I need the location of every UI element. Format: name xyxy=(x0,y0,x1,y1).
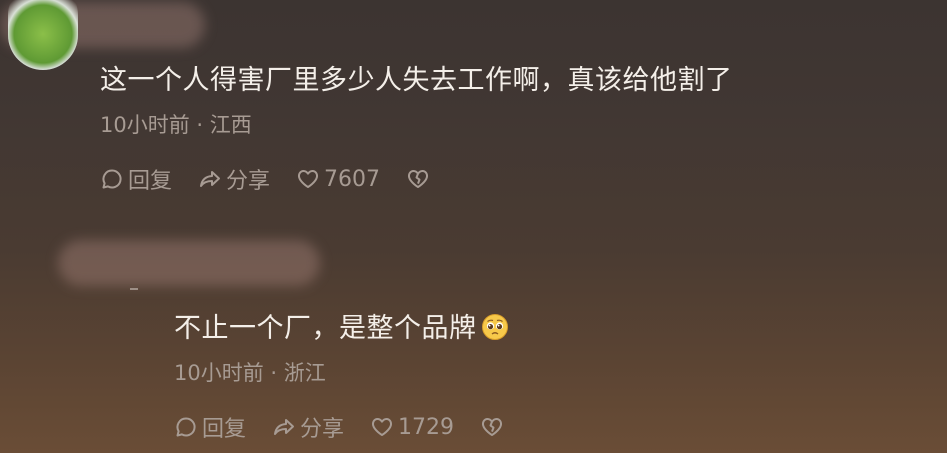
heart-icon xyxy=(372,418,393,436)
comment-bubble-icon xyxy=(176,417,196,437)
share-label: 分享 xyxy=(226,169,271,194)
heart-icon xyxy=(298,170,319,188)
reply-label: 回复 xyxy=(128,169,173,194)
broken-heart-icon xyxy=(408,170,429,188)
dislike-button[interactable] xyxy=(480,415,508,439)
like-count: 7607 xyxy=(324,166,381,192)
reply-thread-marker xyxy=(130,288,138,290)
blurred-username-reply xyxy=(58,240,320,286)
reply-button[interactable]: 回复 xyxy=(174,411,246,443)
share-arrow-icon xyxy=(274,419,295,435)
comment-text-content: 不止一个厂，是整个品牌 xyxy=(174,313,477,344)
like-count: 1729 xyxy=(398,414,455,440)
comment-actions: 回复 分享 7607 xyxy=(100,163,733,195)
comment-text[interactable]: 这一个人得害厂里多少人失去工作啊，真该给他割了 xyxy=(100,58,733,97)
comment-actions: 回复 分享 1729 xyxy=(174,411,534,443)
share-button[interactable]: 分享 xyxy=(272,411,344,443)
like-button[interactable]: 7607 xyxy=(296,167,380,192)
reply-button[interactable]: 回复 xyxy=(100,163,172,195)
broken-heart-icon xyxy=(482,418,503,436)
avatar[interactable] xyxy=(8,0,78,70)
share-label: 分享 xyxy=(300,417,345,442)
comment-1: 这一个人得害厂里多少人失去工作啊，真该给他割了 10小时前 · 江西 回复 分享… xyxy=(100,58,733,195)
comment-2: 不止一个厂，是整个品牌 10小时前 · 浙江 回复 分享 1729 xyxy=(174,306,534,443)
reply-label: 回复 xyxy=(202,417,247,442)
pleading-face-emoji xyxy=(481,314,508,340)
share-button[interactable]: 分享 xyxy=(198,163,270,195)
share-arrow-icon xyxy=(200,171,221,187)
comment-text[interactable]: 不止一个厂，是整个品牌 xyxy=(174,306,534,345)
dislike-button[interactable] xyxy=(406,167,434,191)
like-button[interactable]: 1729 xyxy=(370,415,454,440)
comment-bubble-icon xyxy=(102,169,122,189)
comment-meta: 10小时前 · 江西 xyxy=(100,113,252,137)
comment-meta: 10小时前 · 浙江 xyxy=(174,361,326,385)
